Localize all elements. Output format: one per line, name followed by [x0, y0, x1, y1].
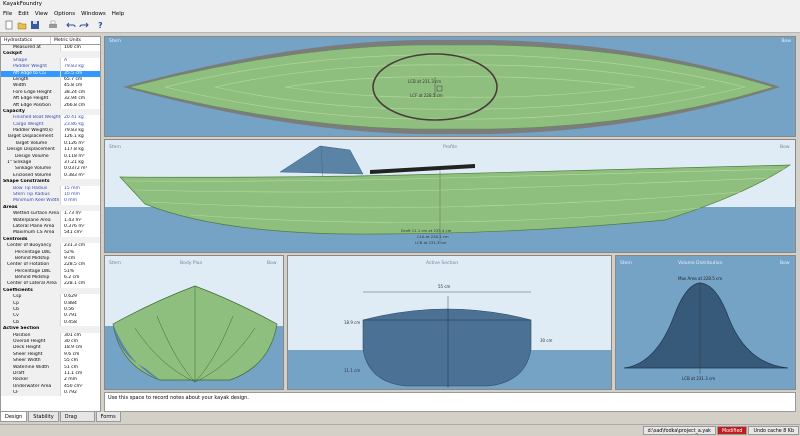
profile-stern-label: Stern: [109, 144, 121, 150]
menu-bar: File Edit View Options Windows Help: [0, 9, 800, 18]
menu-edit[interactable]: Edit: [15, 11, 32, 17]
property-row[interactable]: CF 0.792: [1, 390, 100, 397]
property-sections: Cockpit Shape A Paddler Weight 79.83 kg Aft e…: [1, 51, 100, 397]
help-icon[interactable]: ?: [96, 19, 108, 31]
plan-view[interactable]: Stern Bow LCB at 231.3 cm LCF at 228.5 c…: [104, 36, 796, 137]
menu-view[interactable]: View: [32, 11, 51, 17]
menu-help[interactable]: Help: [109, 11, 128, 17]
profile-draft-label: Draft 11.1 cm at 233.4 cm: [401, 228, 452, 233]
panel-header: Hydrostatics Metric Units: [1, 37, 100, 45]
body-stern-label: Stern: [109, 260, 121, 266]
toolbar-separator: [42, 19, 46, 31]
save-icon[interactable]: [29, 19, 41, 31]
body-plan-view[interactable]: Stern Body Plan Bow: [104, 255, 284, 390]
active-section-drawing: Active Section 55 cm 18.9 cm 30 cm 11.1 …: [288, 260, 611, 389]
volume-title: Volume Distribution: [678, 260, 723, 266]
new-file-icon[interactable]: [3, 19, 15, 31]
tab-design[interactable]: Design: [0, 412, 28, 422]
svg-text:?: ?: [98, 21, 103, 30]
window-title: KayakFoundry: [0, 0, 800, 9]
tab-drag-prediction[interactable]: Drag Prediction: [59, 412, 95, 430]
profile-lcb-label: LCB at 231.3 cm: [415, 240, 447, 245]
tab-stability[interactable]: Stability: [28, 412, 59, 422]
plan-lcb-label: LCB at 231.3 cm: [408, 79, 441, 84]
plan-drawing: LCB at 231.3 cm LCF at 228.5 cm: [123, 39, 780, 135]
profile-view[interactable]: Stern Profile Bow Draft 11.1 cm at 233.4…: [104, 139, 796, 253]
panel-tabs: Design Stability Drag Prediction Forms: [0, 412, 121, 430]
body-bow-label: Bow: [267, 260, 277, 266]
panel-header-right[interactable]: Metric Units: [51, 37, 100, 44]
body-plan-drawing: Stern Body Plan Bow: [105, 260, 283, 389]
menu-options[interactable]: Options: [51, 11, 78, 17]
profile-title: Profile: [443, 144, 457, 150]
active-section-view[interactable]: Active Section 55 cm 18.9 cm 30 cm 11.1 …: [287, 255, 612, 390]
section-left-height: 18.9 cm: [344, 320, 360, 325]
section-right-height: 30 cm: [540, 338, 553, 343]
menu-file[interactable]: File: [0, 11, 15, 17]
volume-distribution-drawing: Stern Volume Distribution Bow Max Area a…: [620, 260, 790, 381]
toolbar: ?: [0, 18, 800, 33]
print-icon[interactable]: [47, 19, 59, 31]
profile-cla-label: CLA at 228.1 cm: [417, 234, 449, 239]
status-bar: d:\sad\fodka\project_a.yak Modified Undo…: [0, 424, 800, 435]
redo-icon[interactable]: [78, 19, 90, 31]
volume-distribution-view[interactable]: Stern Volume Distribution Bow Max Area a…: [615, 255, 796, 390]
profile-bow-label: Bow: [780, 144, 790, 150]
section-draft: 11.1 cm: [344, 368, 360, 373]
toolbar-separator: [91, 19, 95, 31]
undo-icon[interactable]: [65, 19, 77, 31]
volume-max-label: Max Area at 228.5 cm: [678, 276, 722, 281]
profile-drawing: Stern Profile Bow Draft 11.1 cm at 233.4…: [105, 144, 795, 252]
plan-stern-label: Stern: [109, 39, 122, 44]
open-folder-icon[interactable]: [16, 19, 28, 31]
design-notes[interactable]: Use this space to record notes about you…: [104, 392, 796, 412]
plan-lcf-label: LCF at 228.5 cm: [410, 93, 443, 98]
toolbar-separator: [60, 19, 64, 31]
section-title: Active Section: [426, 260, 458, 266]
tab-forms[interactable]: Forms: [95, 412, 121, 422]
panel-header-left[interactable]: Hydrostatics: [1, 37, 51, 44]
plan-bow-label: Bow: [781, 39, 791, 44]
volume-bow-label: Bow: [780, 260, 790, 266]
status-modified-badge: Modified: [716, 425, 748, 435]
status-undo-cache: Undo cache 8 Kb: [748, 425, 799, 435]
volume-lcb-label: LCB at 231.3 cm: [682, 376, 715, 381]
hydrostatics-panel[interactable]: Hydrostatics Metric Units Measured at 100…: [0, 36, 101, 412]
body-plan-title: Body Plan: [180, 260, 203, 266]
volume-stern-label: Stern: [620, 260, 632, 266]
menu-windows[interactable]: Windows: [78, 11, 109, 17]
status-file-path: d:\sad\fodka\project_a.yak: [642, 425, 716, 435]
section-width-label: 55 cm: [438, 284, 451, 289]
